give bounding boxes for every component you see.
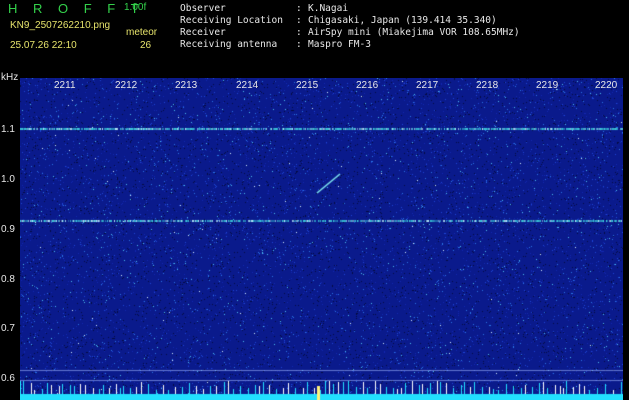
spectrogram-canvas xyxy=(20,78,623,400)
version-label: 1.00f xyxy=(124,2,147,13)
info-sep: : xyxy=(296,15,302,26)
x-tick-label: 2219 xyxy=(536,80,559,91)
meteor-label: meteor xyxy=(126,27,158,38)
y-tick-label: 1.0 xyxy=(1,174,15,185)
x-tick-label: 2215 xyxy=(296,80,319,91)
y-tick-label: 0.7 xyxy=(1,323,15,334)
info-observer: Observer: K.Nagai xyxy=(180,3,348,15)
x-tick-label: 2212 xyxy=(115,80,138,91)
info-antenna: Receiving antenna: Maspro FM-3 xyxy=(180,39,371,51)
info-value: Maspro FM-3 xyxy=(308,39,371,50)
file-name: KN9_2507262210.png xyxy=(10,20,111,31)
y-axis-unit: kHz xyxy=(1,72,19,83)
timestamp: 25.07.26 22:10 xyxy=(10,40,77,51)
info-key: Receiving antenna xyxy=(180,39,278,50)
x-tick-label: 2214 xyxy=(236,80,259,91)
y-tick-label: 0.8 xyxy=(1,274,15,285)
x-tick-label: 2211 xyxy=(54,80,76,91)
x-tick-label: 2216 xyxy=(356,80,379,91)
info-key: Observer xyxy=(180,3,226,14)
x-tick-label: 2217 xyxy=(416,80,439,91)
info-sep: : xyxy=(296,3,302,14)
info-sep: : xyxy=(296,39,302,50)
info-value: K.Nagai xyxy=(308,3,349,14)
info-sep: : xyxy=(296,27,302,38)
y-tick-label: 1.1 xyxy=(1,124,15,135)
info-value: AirSpy mini (Miakejima VOR 108.65MHz) xyxy=(308,27,520,38)
x-tick-label: 2218 xyxy=(476,80,499,91)
x-tick-label: 2213 xyxy=(175,80,198,91)
x-tick-label: 2220 xyxy=(595,80,618,91)
meteor-count: 26 xyxy=(140,40,152,51)
info-key: Receiver xyxy=(180,27,226,38)
info-key: Receiving Location xyxy=(180,15,283,26)
y-tick-label: 0.6 xyxy=(1,373,15,384)
info-receiver: Receiver: AirSpy mini (Miakejima VOR 108.… xyxy=(180,27,520,39)
y-tick-label: 0.9 xyxy=(1,224,15,235)
info-location: Receiving Location: Chigasaki, Japan (139… xyxy=(180,15,497,27)
info-value: Chigasaki, Japan (139.414 35.340) xyxy=(308,15,497,26)
